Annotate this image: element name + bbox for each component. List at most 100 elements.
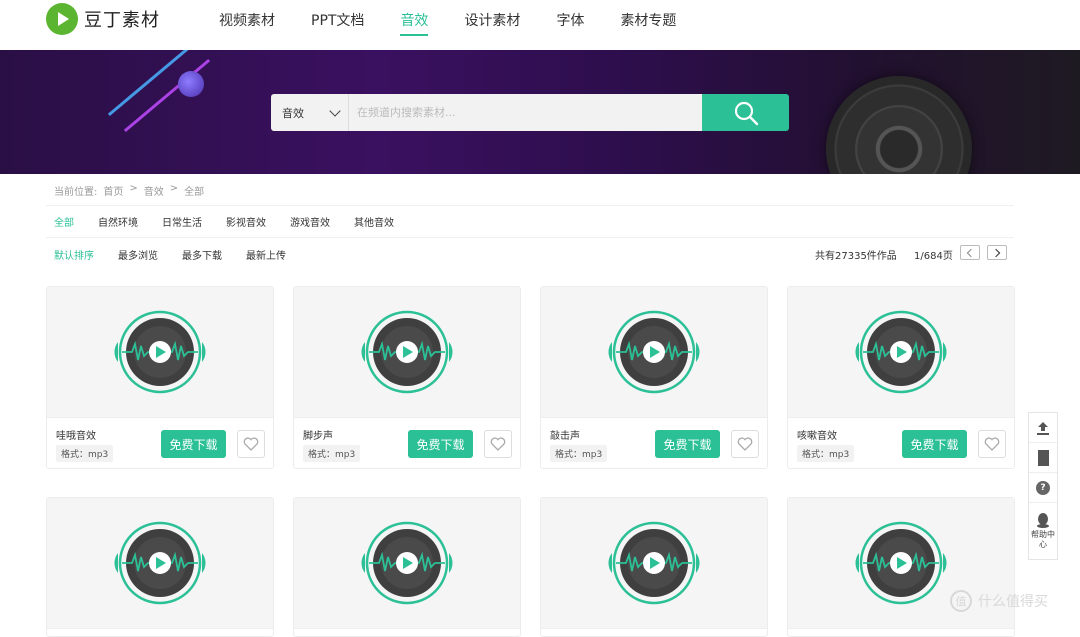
format-tag: 格式：mp3 (56, 445, 114, 462)
sound-card[interactable]: 脚步声 格式：mp3 免费下载 (293, 286, 521, 469)
banner-decoration (123, 58, 211, 133)
sound-thumbnail[interactable] (47, 498, 273, 629)
help-center-label: 帮助中心 (1031, 530, 1055, 549)
nav-video[interactable]: 视频素材 (219, 0, 275, 50)
search-input[interactable] (349, 94, 702, 131)
divider (46, 205, 1014, 206)
question-icon: ? (1036, 480, 1050, 495)
sound-thumbnail[interactable] (788, 287, 1014, 418)
faq-button[interactable]: ? (1029, 473, 1057, 503)
category-game[interactable]: 游戏音效 (290, 214, 330, 229)
main-nav: 视频素材 PPT文档 音效 设计素材 字体 素材专题 (219, 0, 712, 50)
sound-title[interactable]: 咳嗽音效 (797, 427, 837, 442)
favorite-button[interactable] (484, 430, 512, 458)
sound-card[interactable]: 咳嗽音效 格式：mp3 免费下载 (787, 286, 1015, 469)
chevron-down-icon (329, 104, 341, 117)
heart-icon (243, 437, 259, 451)
sound-card[interactable] (46, 497, 274, 637)
breadcrumb-all: 全部 (184, 187, 205, 198)
nav-design[interactable]: 设计素材 (464, 0, 520, 50)
category-daily-life[interactable]: 日常生活 (162, 214, 202, 229)
upload-button[interactable] (1029, 413, 1057, 443)
prev-page-button[interactable] (960, 245, 980, 260)
format-tag: 格式：mp3 (303, 445, 361, 462)
nav-sound-effects[interactable]: 音效 (400, 0, 429, 50)
sort-options: 默认排序 最多浏览 最多下载 最新上传 (54, 247, 310, 262)
sort-most-downloaded[interactable]: 最多下载 (182, 247, 222, 262)
sort-most-viewed[interactable]: 最多浏览 (118, 247, 158, 262)
sound-title[interactable]: 敲击声 (550, 427, 580, 442)
help-center-button[interactable]: 帮助中心 (1029, 503, 1057, 559)
breadcrumb-home[interactable]: 首页 (103, 183, 123, 198)
favorite-button[interactable] (237, 430, 265, 458)
page-indicator: 1/684页 (914, 251, 953, 262)
chevron-left-icon (966, 248, 976, 257)
banner-orb (178, 71, 204, 97)
heart-icon (984, 437, 1000, 451)
total-count: 共有27335件作品 (815, 251, 897, 262)
breadcrumb-separator: > (129, 183, 138, 194)
side-toolbar: ? 帮助中心 (1028, 412, 1058, 560)
category-all[interactable]: 全部 (54, 214, 74, 229)
sound-grid: 哇哦音效 格式：mp3 免费下载 脚步声 格式：mp3 免费下载 敲击声 格式：… (46, 286, 1015, 637)
breadcrumb-label: 当前位置: (54, 187, 98, 198)
sound-card[interactable]: 敲击声 格式：mp3 免费下载 (540, 286, 768, 469)
nav-ppt[interactable]: PPT文档 (311, 0, 364, 50)
sound-card[interactable] (787, 497, 1015, 637)
watermark-text: 什么值得买 (978, 594, 1048, 610)
audio-disc-icon (361, 521, 453, 605)
download-button[interactable]: 免费下载 (902, 430, 967, 458)
category-film[interactable]: 影视音效 (226, 214, 266, 229)
nav-fonts[interactable]: 字体 (556, 0, 584, 50)
watermark-logo-icon: 值 (950, 590, 972, 612)
search-bar: 音效 (271, 94, 789, 131)
sound-thumbnail[interactable] (541, 287, 767, 418)
category-nature[interactable]: 自然环境 (98, 214, 138, 229)
heart-icon (737, 437, 753, 451)
category-other[interactable]: 其他音效 (354, 214, 394, 229)
favorite-button[interactable] (978, 430, 1006, 458)
sound-card[interactable] (293, 497, 521, 637)
qrcode-button[interactable] (1029, 443, 1057, 473)
qrcode-icon (1037, 449, 1049, 466)
sort-newest[interactable]: 最新上传 (246, 247, 286, 262)
sound-card[interactable]: 哇哦音效 格式：mp3 免费下载 (46, 286, 274, 469)
audio-disc-icon (114, 521, 206, 605)
sound-title[interactable]: 脚步声 (303, 427, 333, 442)
chevron-right-icon (991, 248, 1001, 257)
format-tag: 格式：mp3 (550, 445, 608, 462)
breadcrumb-sound-effects[interactable]: 音效 (144, 183, 164, 198)
vinyl-record-image (826, 76, 972, 174)
search-category-select[interactable]: 音效 (271, 94, 349, 131)
search-banner: 音效 (0, 50, 1080, 174)
sound-title[interactable]: 哇哦音效 (56, 427, 96, 442)
search-button[interactable] (702, 94, 789, 131)
download-button[interactable]: 免费下载 (161, 430, 226, 458)
format-tag: 格式：mp3 (797, 445, 855, 462)
category-filter: 全部 自然环境 日常生活 影视音效 游戏音效 其他音效 (54, 214, 418, 229)
download-button[interactable]: 免费下载 (408, 430, 473, 458)
next-page-button[interactable] (987, 245, 1007, 260)
qq-penguin-icon (1037, 513, 1049, 528)
site-header: 豆丁素材 视频素材 PPT文档 音效 设计素材 字体 素材专题 (0, 0, 1080, 50)
breadcrumb-separator: > (169, 183, 179, 194)
audio-disc-icon (855, 310, 947, 394)
nav-topics[interactable]: 素材专题 (620, 0, 676, 50)
search-icon (734, 101, 758, 125)
divider (46, 237, 1014, 238)
upload-icon (1037, 421, 1049, 435)
audio-disc-icon (608, 521, 700, 605)
audio-disc-icon (114, 310, 206, 394)
sound-thumbnail[interactable] (294, 498, 520, 629)
sound-card[interactable] (540, 497, 768, 637)
favorite-button[interactable] (731, 430, 759, 458)
download-button[interactable]: 免费下载 (655, 430, 720, 458)
audio-disc-icon (855, 521, 947, 605)
site-logo[interactable]: 豆丁素材 (46, 3, 160, 35)
sort-default[interactable]: 默认排序 (54, 247, 94, 262)
search-category-value: 音效 (282, 106, 304, 120)
sound-thumbnail[interactable] (47, 287, 273, 418)
audio-disc-icon (361, 310, 453, 394)
sound-thumbnail[interactable] (541, 498, 767, 629)
sound-thumbnail[interactable] (294, 287, 520, 418)
